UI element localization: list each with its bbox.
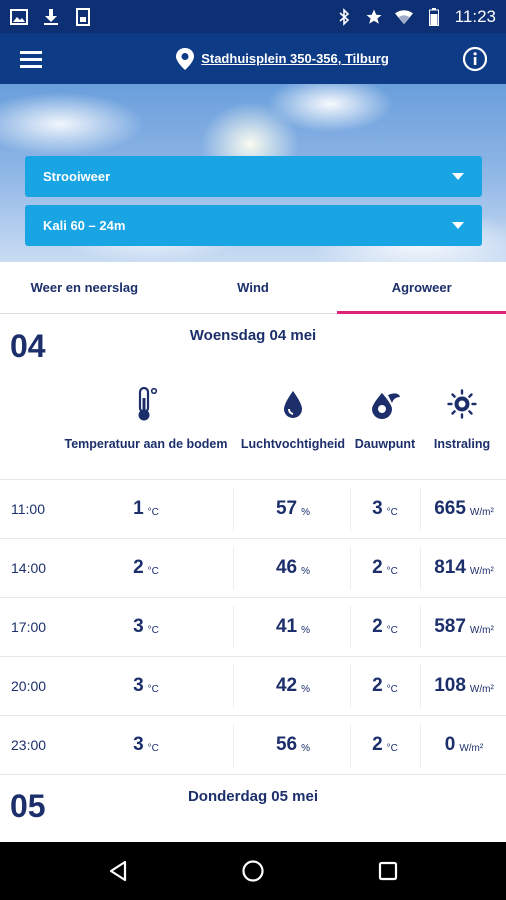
status-bar: 11:23 (0, 0, 506, 33)
chevron-down-icon (452, 222, 464, 229)
day-title: Donderdag 05 mei (187, 788, 319, 805)
product-dropdown[interactable]: Kali 60 – 24m (25, 205, 482, 246)
menu-button[interactable] (0, 33, 62, 84)
column-label: Instraling (433, 437, 491, 451)
day-header: 04 Woensdag 04 mei (0, 316, 506, 376)
status-time: 11:23 (454, 6, 496, 26)
tab-bar: Weer en neerslag Wind Agroweer (0, 262, 506, 314)
soil-temperature-value: 1 °C (133, 498, 159, 519)
sim-icon (74, 7, 92, 26)
tab-agroweather-label: Agroweer (391, 280, 452, 295)
table-row: 17:00 3 °C 41% 2 °C 587 W/m² (0, 597, 506, 656)
day-header: 05 Donderdag 05 mei (0, 776, 506, 836)
back-button[interactable] (98, 851, 138, 891)
row-time: 23:00 (11, 737, 47, 753)
tab-weather[interactable]: Weer en neerslag (0, 262, 169, 313)
location-selector[interactable]: Stadhuisplein 350-356, Tilburg (120, 47, 444, 71)
location-label[interactable]: Stadhuisplein 350-356, Tilburg (201, 51, 389, 66)
mode-dropdown[interactable]: Strooiweer (25, 156, 482, 197)
dewpoint-value: 3 °C (372, 498, 398, 519)
soil-temperature-value: 3 °C (133, 734, 159, 755)
mode-dropdown-label: Strooiweer (43, 169, 111, 184)
tab-agroweather[interactable]: Agroweer (337, 262, 506, 314)
tab-wind-label: Wind (237, 280, 269, 295)
location-pin-icon (176, 47, 195, 70)
navigation-bar (0, 842, 506, 900)
table-row: 14:00 2 °C 46% 2 °C 814 W/m² (0, 538, 506, 597)
recents-button[interactable] (368, 851, 408, 891)
radiation-value: 814 W/m² (434, 557, 494, 578)
bluetooth-icon (335, 7, 353, 26)
humidity-value: 41% (275, 616, 311, 637)
dewpoint-value: 2 °C (372, 616, 398, 637)
row-time: 20:00 (11, 678, 47, 694)
product-dropdown-label: Kali 60 – 24m (43, 218, 126, 233)
radiation-value: 587 W/m² (434, 616, 494, 637)
home-button[interactable] (233, 851, 273, 891)
divider (0, 774, 506, 775)
row-time: 17:00 (11, 619, 47, 635)
column-humidity: Luchtvochtigheid (237, 383, 349, 478)
table-row: 11:00 1 °C 57% 3 °C 665 W/m² (0, 479, 506, 538)
hamburger-icon (20, 50, 42, 68)
radiation-value: 665 W/m² (434, 498, 494, 519)
tab-wind[interactable]: Wind (169, 262, 338, 313)
sky-banner: Strooiweer Kali 60 – 24m (0, 84, 506, 262)
humidity-value: 46% (275, 557, 311, 578)
column-radiation: Instraling (422, 383, 502, 478)
table-row: 23:00 3 °C 56% 2 °C 0 W/m² (0, 715, 506, 774)
column-dewpoint: Dauwpunt (352, 383, 418, 478)
column-label: Luchtvochtigheid (240, 437, 346, 451)
back-icon (109, 860, 126, 882)
battery-icon (425, 7, 443, 26)
radiation-value: 0 W/m² (444, 734, 484, 755)
sun-icon (447, 383, 477, 425)
day-title: Woensdag 04 mei (189, 327, 317, 344)
row-time: 11:00 (11, 501, 45, 517)
column-soil-temperature: Temperatuur aan de bodem (60, 383, 232, 478)
wifi-icon (394, 8, 413, 26)
info-icon (462, 46, 488, 71)
soil-temperature-value: 2 °C (133, 557, 159, 578)
soil-temperature-value: 3 °C (133, 616, 159, 637)
tab-weather-label: Weer en neerslag (30, 280, 139, 295)
dewpoint-icon (368, 383, 402, 425)
dewpoint-value: 2 °C (372, 734, 398, 755)
thermometer-icon (133, 383, 159, 425)
column-label: Dauwpunt (354, 437, 416, 451)
image-icon (10, 8, 28, 26)
humidity-value: 56% (275, 734, 311, 755)
column-label: Temperatuur aan de bodem (64, 437, 228, 451)
humidity-value: 42% (275, 675, 311, 696)
dewpoint-value: 2 °C (372, 675, 398, 696)
row-time: 14:00 (11, 560, 47, 576)
drop-icon (281, 383, 305, 425)
chevron-down-icon (452, 173, 464, 180)
home-icon (242, 860, 264, 882)
info-button[interactable] (444, 33, 506, 84)
app-bar: Stadhuisplein 350-356, Tilburg (0, 33, 506, 84)
humidity-value: 57% (275, 498, 311, 519)
star-icon (365, 8, 383, 26)
dewpoint-value: 2 °C (372, 557, 398, 578)
download-icon (42, 8, 60, 26)
soil-temperature-value: 3 °C (133, 675, 159, 696)
recents-icon (379, 861, 398, 881)
radiation-value: 108 W/m² (434, 675, 494, 696)
table-row: 20:00 3 °C 42% 2 °C 108 W/m² (0, 656, 506, 715)
